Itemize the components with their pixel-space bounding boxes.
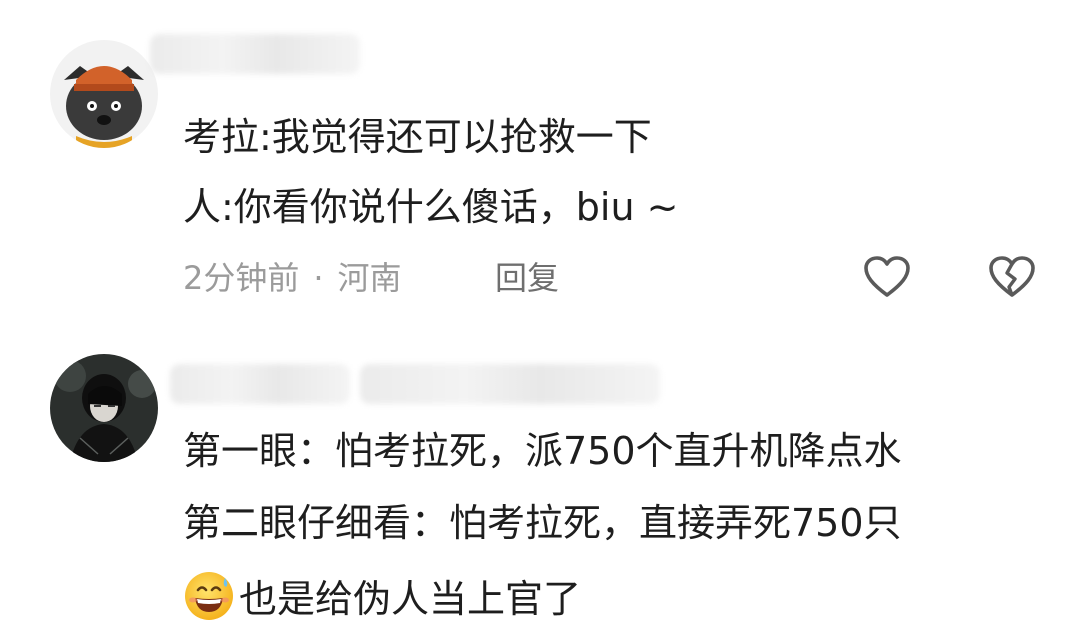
comment-text-line: 第一眼：怕考拉死，派750个直升机降点水 bbox=[183, 429, 902, 473]
username-blurred[interactable] bbox=[150, 34, 360, 74]
username-blurred[interactable] bbox=[360, 364, 660, 404]
comment-meta: 2分钟前 · 河南 bbox=[183, 258, 402, 298]
broken-heart-icon bbox=[989, 256, 1035, 297]
username-blurred[interactable] bbox=[170, 364, 350, 404]
comment-text-line: 考拉:我觉得还可以抢救一下 bbox=[183, 115, 652, 159]
avatar[interactable] bbox=[50, 40, 158, 148]
comment-1: 考拉:我觉得还可以抢救一下 人:你看你说什么傻话，biu ~ 2分钟前 · 河南 回… bbox=[0, 0, 1092, 320]
grinning-sweat-emoji-icon bbox=[183, 570, 235, 622]
dislike-button[interactable] bbox=[987, 254, 1037, 300]
reply-button[interactable]: 回复 bbox=[495, 258, 559, 298]
meta-separator: · bbox=[313, 259, 324, 297]
like-button[interactable] bbox=[862, 254, 912, 300]
comment-text-line: 人:你看你说什么傻话，biu ~ bbox=[183, 185, 679, 229]
comment-text-segment: 也是给伪人当上官了 bbox=[239, 577, 582, 621]
comment-text-line-with-emoji: 也是给伪人当上官了 bbox=[183, 570, 581, 622]
cartoon-animal-avatar-icon bbox=[50, 40, 158, 148]
avatar[interactable] bbox=[50, 354, 158, 462]
comment-2: 第一眼：怕考拉死，派750个直升机降点水 第二眼仔细看：怕考拉死，直接弄死750… bbox=[0, 330, 1092, 642]
comment-time: 2分钟前 bbox=[183, 259, 300, 297]
comment-text-line: 第二眼仔细看：怕考拉死，直接弄死750只 bbox=[183, 501, 902, 545]
comment-location: 河南 bbox=[337, 259, 402, 297]
dark-portrait-avatar-icon bbox=[50, 354, 158, 462]
heart-outline-icon bbox=[864, 256, 910, 297]
